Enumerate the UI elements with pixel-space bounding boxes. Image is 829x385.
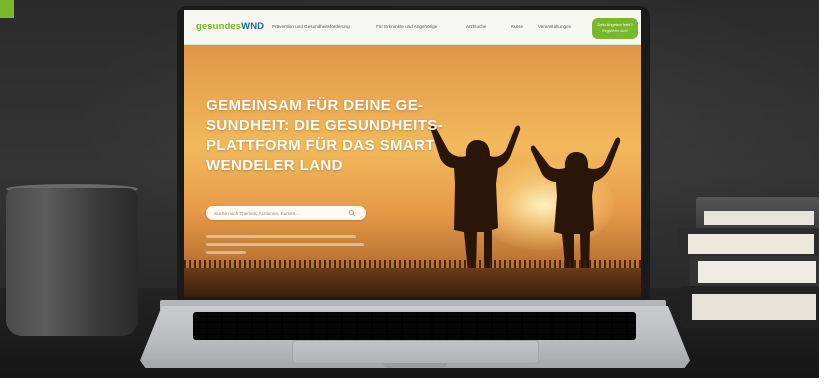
laptop-keyboard <box>193 312 636 340</box>
book <box>696 197 819 231</box>
ground-silhouette <box>184 268 641 297</box>
hero-headline-line: WENDELER LAND <box>206 157 343 174</box>
laptop-trackpad <box>292 340 539 364</box>
hero-headline: GEMEINSAM FÜR DEINE GE- SUNDHEIT: DIE GE… <box>206 96 444 176</box>
search-icon[interactable] <box>348 209 356 217</box>
image-border <box>819 0 829 385</box>
book <box>678 228 819 258</box>
hero-description-blurred <box>206 232 376 254</box>
nav-link-praevention[interactable]: Prävention und Gesundheitsförderung <box>272 24 350 29</box>
nav-link-kurse[interactable]: Kurse <box>511 24 523 29</box>
book-pages <box>698 261 816 283</box>
nav-link-arztsuche[interactable]: Arztsuche <box>466 24 486 29</box>
book <box>680 286 819 328</box>
search-input[interactable] <box>214 208 344 218</box>
book-pages <box>692 294 816 320</box>
book <box>690 256 819 288</box>
coffee-mug <box>6 188 138 336</box>
site-header: gesundesWND Prävention und Gesundheitsfö… <box>184 10 641 45</box>
nav-link-veranstaltungen[interactable]: Veranstaltungen <box>538 24 571 29</box>
people-silhouettes <box>430 125 621 274</box>
nav-link-erkrankte[interactable]: Für Erkrankte und Angehörige <box>376 24 437 29</box>
logo-text-secondary: WND <box>241 21 265 32</box>
image-border <box>0 378 829 385</box>
laptop-screen: gesundesWND Prävention und Gesundheitsfö… <box>184 10 641 297</box>
register-offer-button[interactable]: Dein Angebot fehlt? Registriere dich! <box>592 18 638 39</box>
hero-headline-line: SUNDHEIT: DIE GESUNDHEITS- <box>206 117 444 134</box>
laptop-front-notch <box>383 363 447 368</box>
site-logo[interactable]: gesundesWND <box>196 21 264 32</box>
register-offer-label: Dein Angebot fehlt? <box>597 22 633 27</box>
book-pages <box>688 234 814 254</box>
photo-scene: gesundesWND Prävention und Gesundheitsfö… <box>0 0 829 385</box>
corner-accent <box>0 0 14 18</box>
search-box <box>206 206 366 220</box>
register-offer-sublabel: Registriere dich! <box>602 29 628 33</box>
logo-text-primary: gesundes <box>196 21 242 32</box>
hero-headline-line: PLATTFORM FÜR DAS SMART <box>206 137 435 154</box>
hero-headline-line: GEMEINSAM FÜR DEINE GE- <box>206 97 424 114</box>
book-pages <box>704 211 814 225</box>
laptop-lid: gesundesWND Prävention und Gesundheitsfö… <box>177 6 650 304</box>
